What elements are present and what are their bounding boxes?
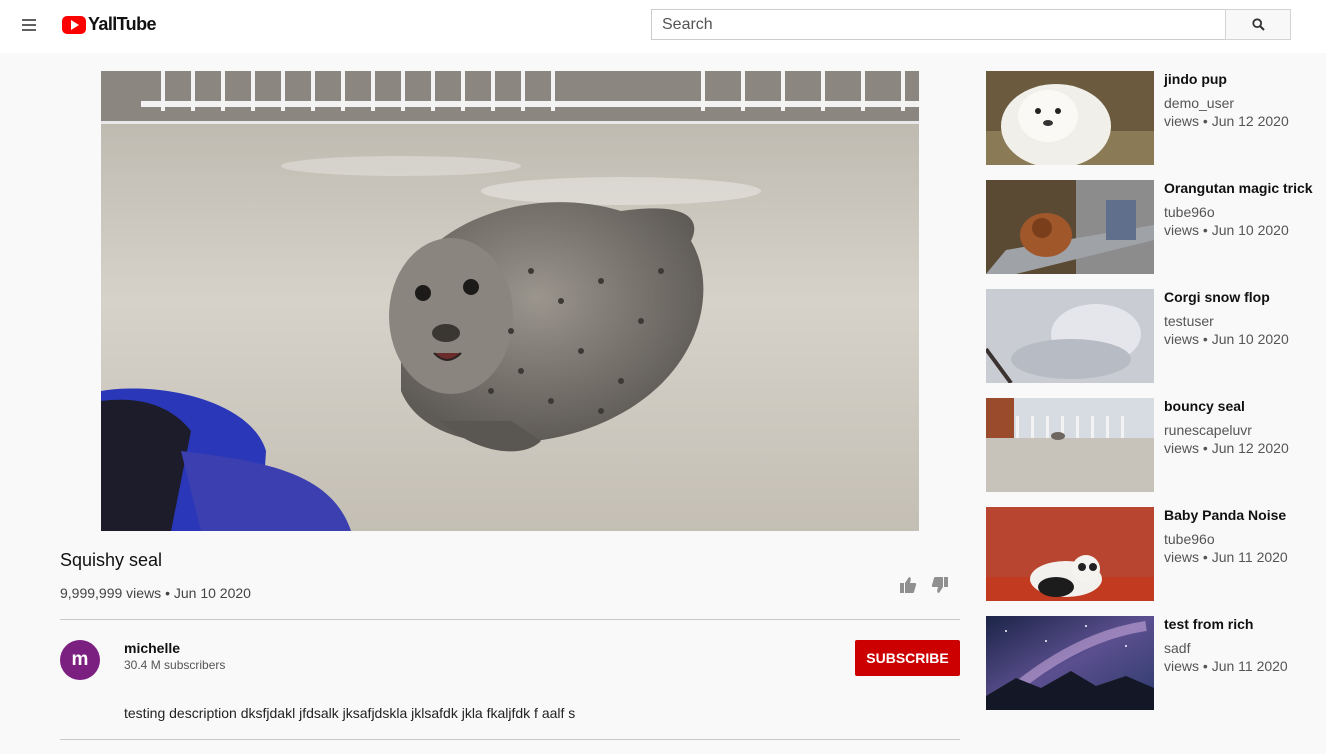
recommendation-title[interactable]: jindo pup [1164, 71, 1227, 87]
logo[interactable]: YallTube [62, 14, 156, 35]
recommendation-meta: views • Jun 11 2020 [1164, 549, 1288, 565]
thumbs-up-icon[interactable] [898, 575, 918, 595]
recommendation-item[interactable]: Baby Panda Noise tube96o views • Jun 11 … [986, 507, 1316, 601]
video-title: Squishy seal [60, 550, 163, 570]
top-bar: YallTube [0, 0, 1326, 53]
recommendation-meta: views • Jun 12 2020 [1164, 440, 1289, 456]
video-meta: 9,999,999 views • Jun 10 2020 [60, 585, 251, 601]
recommendation-item[interactable]: bouncy seal runescapeluvr views • Jun 12… [986, 398, 1316, 492]
thumbs-down-icon[interactable] [930, 575, 950, 595]
recommendation-title[interactable]: bouncy seal [1164, 398, 1245, 414]
avatar[interactable]: m [60, 640, 100, 680]
recommendation-thumbnail[interactable] [986, 398, 1154, 492]
recommendation-meta: views • Jun 11 2020 [1164, 658, 1288, 674]
divider [60, 739, 960, 740]
recommendation-channel: tube96o [1164, 204, 1215, 220]
search-icon [1252, 18, 1265, 31]
video-player[interactable] [101, 71, 919, 531]
recommendation-channel: runescapeluvr [1164, 422, 1252, 438]
video-frame [101, 71, 919, 531]
video-description: testing description dksfjdakl jfdsalk jk… [124, 705, 576, 721]
subscribe-button[interactable]: SUBSCRIBE [855, 640, 960, 676]
recommendation-item[interactable]: Orangutan magic trick tube96o views • Ju… [986, 180, 1316, 274]
recommendation-thumbnail[interactable] [986, 616, 1154, 710]
search-input[interactable] [651, 9, 1226, 40]
recommendation-item[interactable]: Corgi snow flop testuser views • Jun 10 … [986, 289, 1316, 383]
recommendation-channel: testuser [1164, 313, 1214, 329]
recommendation-thumbnail[interactable] [986, 71, 1154, 165]
recommendation-title[interactable]: Orangutan magic trick [1164, 180, 1313, 196]
search-button[interactable] [1225, 9, 1291, 40]
menu-icon[interactable] [19, 14, 39, 36]
logo-text: YallTube [88, 14, 156, 34]
recommendation-channel: demo_user [1164, 95, 1235, 111]
recommendation-title[interactable]: test from rich [1164, 616, 1253, 632]
recommendation-channel: sadf [1164, 640, 1191, 656]
recommendation-thumbnail[interactable] [986, 180, 1154, 274]
recommendation-thumbnail[interactable] [986, 289, 1154, 383]
recommendation-thumbnail[interactable] [986, 507, 1154, 601]
recommendation-meta: views • Jun 12 2020 [1164, 113, 1289, 129]
subscriber-count: 30.4 M subscribers [124, 658, 226, 672]
recommendation-title[interactable]: Corgi snow flop [1164, 289, 1270, 305]
recommendation-meta: views • Jun 10 2020 [1164, 331, 1289, 347]
play-logo-icon [62, 15, 86, 34]
recommendation-item[interactable]: test from rich sadf views • Jun 11 2020 [986, 616, 1316, 710]
recommendation-title[interactable]: Baby Panda Noise [1164, 507, 1286, 523]
recommendation-item[interactable]: jindo pup demo_user views • Jun 12 2020 [986, 71, 1316, 165]
divider [60, 619, 960, 620]
channel-name[interactable]: michelle [124, 640, 180, 656]
recommendation-meta: views • Jun 10 2020 [1164, 222, 1289, 238]
recommendation-channel: tube96o [1164, 531, 1215, 547]
